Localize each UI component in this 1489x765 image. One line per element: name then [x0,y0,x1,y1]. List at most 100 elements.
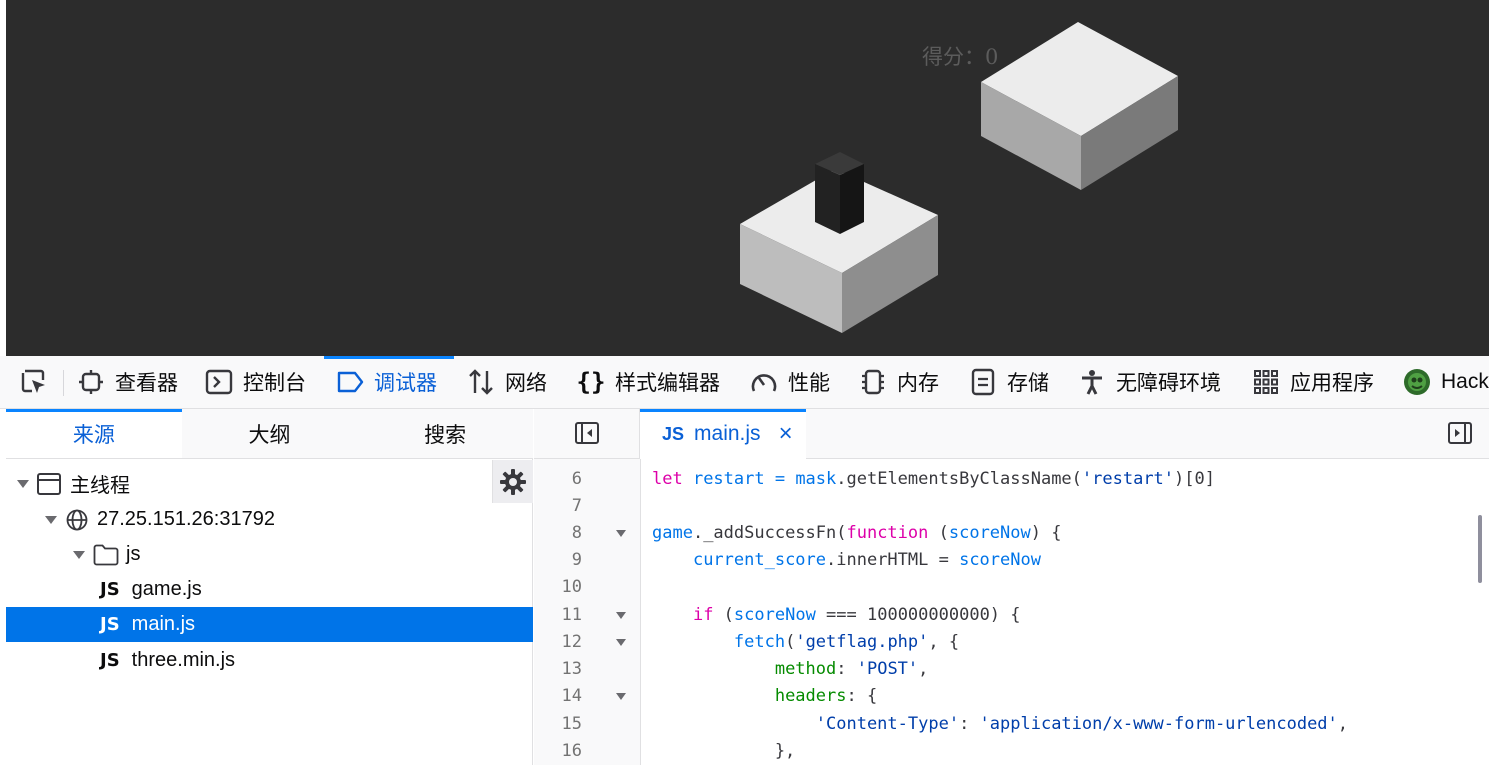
performance-icon [750,368,778,396]
toolbar-separator [63,370,64,396]
chevron-down-icon[interactable] [17,479,29,488]
tab-label: 存储 [1007,372,1049,395]
tab-label: Hack [1441,370,1489,393]
line-number[interactable]: 15 [534,714,582,734]
js-file-icon: JS [100,650,120,671]
sidebar-collapse-icon [575,422,599,444]
score-label: 得分：0 [922,45,999,69]
game-scene [740,22,1178,333]
tab-application[interactable]: 应用程序 [1252,356,1374,408]
fold-toggle-icon[interactable] [616,530,626,537]
style-editor-icon: {} [576,368,606,396]
source-editor: JS main.js × 6 7 8 9 10 11 12 13 14 15 1… [534,409,1489,765]
network-icon [467,368,495,396]
sidebar-expand-icon [1448,422,1472,444]
tab-debugger[interactable]: 调试器 [324,356,454,408]
tree-item-label: three.min.js [131,649,236,671]
tab-console[interactable]: 控制台 [205,356,306,408]
tab-sources[interactable]: 来源 [6,409,182,458]
code-line: fetch('getflag.php', { [733,632,960,652]
accessibility-icon [1078,368,1106,396]
sources-subtabs: 来源 大纲 搜索 [6,409,533,459]
line-number[interactable]: 16 [534,741,582,761]
line-number[interactable]: 6 [534,469,582,489]
js-file-icon: JS [100,614,120,635]
toggle-sources-pane-button[interactable] [574,420,600,446]
editor-scrollbar[interactable] [1478,515,1482,583]
tree-item-main-thread[interactable]: 主线程 [6,466,533,501]
pick-element-icon [21,369,45,393]
settings-button[interactable] [492,460,533,503]
code-area[interactable]: let restart = mask.getElementsByClassNam… [641,459,1489,765]
folder-icon [93,544,119,566]
target-platform [981,22,1178,190]
toggle-debugger-sidebar-button[interactable] [1447,420,1473,446]
line-number[interactable]: 9 [534,550,582,570]
tree-item-host[interactable]: 27.25.151.26:31792 [6,502,533,537]
window-icon [37,472,61,495]
tab-accessibility[interactable]: 无障碍环境 [1078,356,1221,408]
tab-label: 网络 [505,372,547,395]
tab-memory[interactable]: 内存 [859,356,939,408]
chevron-down-icon[interactable] [45,515,57,524]
tree-item-label: game.js [131,578,202,600]
tab-storage[interactable]: 存储 [969,356,1049,408]
tree-item-label: 27.25.151.26:31792 [97,508,275,530]
js-file-icon: JS [100,579,120,600]
fold-toggle-icon[interactable] [616,693,626,700]
tab-label: 查看器 [115,372,178,395]
tree-item-file-main-js[interactable]: JS main.js [6,607,533,642]
tab-inspector[interactable]: 查看器 [77,356,178,408]
tab-label: 调试器 [374,372,437,395]
tab-hackbar[interactable]: Hack [1403,356,1489,408]
fold-toggle-icon[interactable] [616,612,626,619]
viewport-edge [0,0,6,356]
code-line: method: 'POST', [774,659,929,679]
line-number[interactable]: 7 [534,496,582,516]
line-number[interactable]: 8 [534,523,582,543]
tree-item-label: 主线程 [70,475,130,497]
line-number[interactable]: 11 [534,605,582,625]
close-icon[interactable]: × [779,420,793,448]
game-canvas[interactable]: 得分：0 [0,0,1489,356]
code-line: 'Content-Type': 'application/x-www-form-… [815,714,1349,734]
line-number-gutter[interactable]: 6 7 8 9 10 11 12 13 14 15 16 [534,459,641,765]
code-line: current_score.innerHTML = scoreNow [692,550,1041,570]
globe-icon [66,509,88,531]
code-line: let restart = mask.getElementsByClassNam… [652,469,1215,489]
tree-item-file-three-min-js[interactable]: JS three.min.js [6,643,533,678]
console-icon [205,368,233,396]
tree-item-file-game-js[interactable]: JS game.js [6,572,533,607]
code-line: game._addSuccessFn(function (scoreNow) { [652,523,1062,543]
line-number[interactable]: 12 [534,632,582,652]
chevron-down-icon[interactable] [73,550,85,559]
tab-label: 控制台 [243,372,306,395]
editor-tabs: JS main.js × [534,409,1489,459]
tab-outline[interactable]: 大纲 [182,409,358,458]
sources-pane: 来源 大纲 搜索 主线程 27.25.151.26:31792 js JS ga… [6,409,533,765]
devtools-toolbar: 查看器 控制台 调试器 网络 {} 样式编辑器 性能 内存 存储 无障碍环境 应… [0,356,1489,409]
code-line: headers: { [774,686,878,706]
line-number[interactable]: 14 [534,686,582,706]
tab-label: 应用程序 [1290,372,1374,395]
editor-tab-label: main.js [694,422,761,445]
line-number[interactable]: 13 [534,659,582,679]
tab-performance[interactable]: 性能 [750,356,830,408]
editor-tab-main-js[interactable]: JS main.js × [640,409,806,459]
fold-toggle-icon[interactable] [616,639,626,646]
tab-network[interactable]: 网络 [467,356,547,408]
tab-label: 内存 [897,372,939,395]
code-line: }, [652,741,796,761]
debugger-icon [336,368,364,396]
tree-item-label: js [126,543,141,565]
js-file-icon: JS [662,423,685,444]
element-picker-button[interactable] [6,356,62,408]
tab-label: 样式编辑器 [615,372,720,395]
player-piece [815,152,864,234]
tab-style-editor[interactable]: {} 样式编辑器 [577,356,720,408]
line-number[interactable]: 10 [534,577,582,597]
tab-search[interactable]: 搜索 [357,409,533,458]
tree-item-folder-js[interactable]: js [6,537,533,572]
application-icon [1252,368,1280,396]
hackbar-icon [1403,368,1431,396]
